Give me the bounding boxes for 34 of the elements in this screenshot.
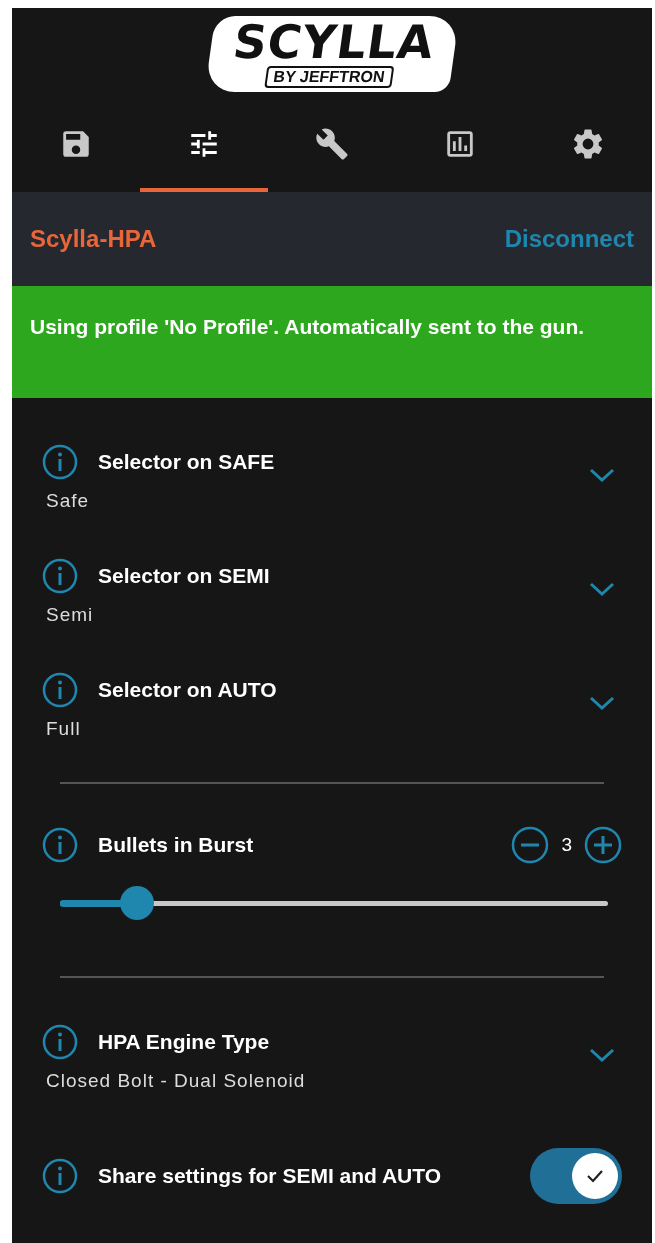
dropdown-setting[interactable]: Selector on SEMI Semi <box>42 554 622 668</box>
slider-thumb[interactable] <box>119 886 154 920</box>
info-icon[interactable] <box>42 444 78 480</box>
disconnect-button[interactable]: Disconnect <box>504 225 634 253</box>
plus-button[interactable] <box>584 826 622 864</box>
dropdown-setting[interactable]: Selector on SAFE Safe <box>42 440 622 554</box>
chevron-down-icon <box>588 694 616 712</box>
chevron-down-icon <box>588 466 616 484</box>
info-icon[interactable] <box>42 672 78 708</box>
info-icon[interactable] <box>42 827 78 863</box>
device-name: Scylla-HPA <box>30 225 157 253</box>
status-banner: Using profile 'No Profile'. Automatically sent to the gun. <box>12 286 652 398</box>
setting-value: Full <box>46 718 82 740</box>
setting-label: Bullets in Burst <box>98 833 255 857</box>
setting-label: Selector on AUTO <box>98 678 278 702</box>
setting-label: HPA Engine Type <box>98 1030 271 1054</box>
setting-value: Semi <box>46 604 95 626</box>
chevron-down-icon <box>588 580 616 598</box>
minus-button[interactable] <box>511 826 550 864</box>
toggle-switch[interactable] <box>530 1148 622 1204</box>
setting-label: Selector on SAFE <box>98 450 276 474</box>
setting-value: Closed Bolt - Dual Solenoid <box>46 1070 307 1092</box>
info-icon[interactable] <box>42 1158 78 1194</box>
stepper-value: 3 <box>561 834 572 856</box>
dropdown-setting[interactable]: Selector on AUTO Full <box>42 668 622 782</box>
setting-label: Share settings for SEMI and AUTO <box>98 1164 443 1188</box>
slider[interactable] <box>60 886 608 920</box>
info-icon[interactable] <box>42 1024 78 1060</box>
setting-label: Selector on SEMI <box>98 564 271 588</box>
wrench-icon <box>315 127 349 161</box>
info-icon[interactable] <box>42 558 78 594</box>
dropdown-setting[interactable]: HPA Engine Type Closed Bolt - Dual Solenoid <box>42 1020 622 1134</box>
chevron-down-icon <box>588 1046 616 1064</box>
setting-value: Safe <box>46 490 91 512</box>
